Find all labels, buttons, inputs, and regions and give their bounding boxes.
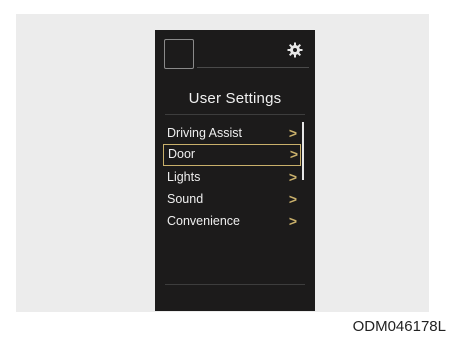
chevron-right-icon: > (288, 213, 297, 229)
menu-item-label: Convenience (167, 214, 240, 228)
menu-scrollbar[interactable] (302, 122, 304, 180)
chevron-right-icon: > (288, 169, 297, 185)
menu-item-label: Sound (167, 192, 204, 206)
menu-item-label: Door (168, 147, 196, 161)
chevron-right-icon: > (288, 125, 297, 141)
gear-icon[interactable] (287, 42, 303, 58)
menu-item-sound[interactable]: Sound > (163, 188, 301, 210)
menu-item-convenience[interactable]: Convenience > (163, 210, 301, 232)
menu-item-driving-assist[interactable]: Driving Assist > (163, 122, 301, 144)
chevron-right-icon: > (288, 191, 297, 207)
menu-item-lights[interactable]: Lights > (163, 166, 301, 188)
header-divider (197, 67, 309, 68)
menu-item-label: Lights (167, 170, 201, 184)
cluster-display: User Settings Driving Assist > Door > Li… (155, 30, 315, 311)
figure-code: ODM046178L (352, 318, 446, 335)
screen-title: User Settings (188, 90, 282, 107)
title-divider (165, 114, 305, 115)
settings-menu: Driving Assist > Door > Lights > Sound >… (163, 122, 301, 232)
menu-item-label: Driving Assist (167, 126, 243, 140)
figure-frame: User Settings Driving Assist > Door > Li… (0, 0, 450, 342)
menu-item-door[interactable]: Door > (163, 144, 301, 166)
footer-divider (165, 284, 305, 285)
chevron-right-icon: > (289, 146, 298, 162)
mode-indicator-box (164, 39, 194, 69)
